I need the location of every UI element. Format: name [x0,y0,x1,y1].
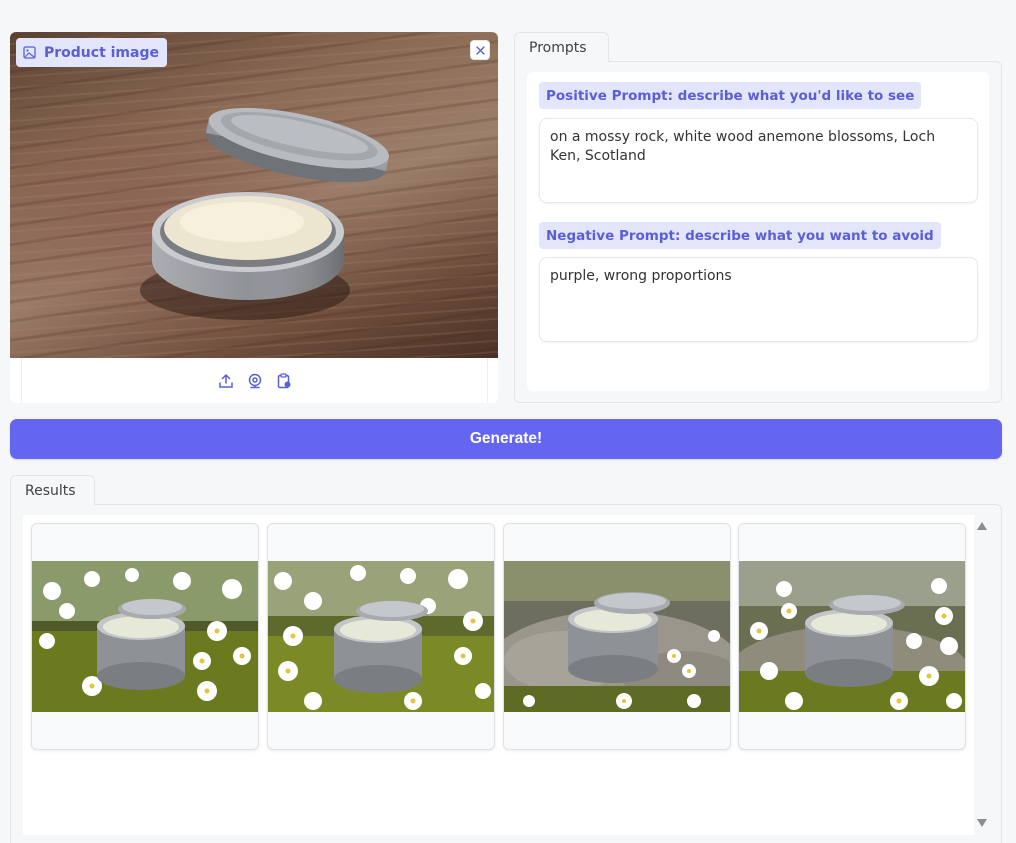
image-source-toolbar [21,358,488,403]
product-image-label-text: Product image [44,44,159,61]
tab-prompts-label: Prompts [529,39,587,56]
result-image [504,561,730,712]
tab-results[interactable]: Results [10,475,95,505]
close-icon [475,45,485,55]
result-card[interactable] [503,523,731,750]
positive-prompt-label: Positive Prompt: describe what you'd lik… [539,82,922,109]
result-image [32,561,258,712]
product-image-panel: Product image [10,32,498,403]
result-card[interactable] [31,523,259,750]
positive-prompt-value: on a mossy rock, white wood anemone blos… [550,129,936,164]
webcam-icon[interactable] [247,373,263,389]
triangle-down-icon[interactable] [976,818,988,828]
result-image [268,561,494,712]
negative-prompt-input[interactable]: purple, wrong proportions [539,257,978,342]
positive-prompt-input[interactable]: on a mossy rock, white wood anemone blos… [539,118,978,203]
tab-results-underlap [11,503,94,506]
tab-prompts[interactable]: Prompts [514,32,609,62]
clipboard-icon[interactable] [276,372,292,389]
result-image [739,561,965,712]
tab-prompts-underlap [515,60,608,63]
negative-prompt-value: purple, wrong proportions [550,268,732,284]
negative-prompt-label-text: Negative Prompt: describe what you want … [546,227,934,244]
balm-tin-illustration [140,107,389,320]
clear-image-button[interactable] [470,40,490,60]
result-card[interactable] [738,523,966,750]
product-image-label: Product image [16,38,167,67]
generate-button-label: Generate! [469,430,543,447]
result-card[interactable] [267,523,495,750]
triangle-up-icon[interactable] [976,521,988,531]
product-photo[interactable] [10,32,498,358]
upload-icon[interactable] [218,373,234,389]
image-icon [23,46,36,59]
negative-prompt-label: Negative Prompt: describe what you want … [539,222,941,249]
tab-results-label: Results [25,482,76,499]
positive-prompt-label-text: Positive Prompt: describe what you'd lik… [546,87,915,104]
generate-button[interactable]: Generate! [10,419,1002,459]
